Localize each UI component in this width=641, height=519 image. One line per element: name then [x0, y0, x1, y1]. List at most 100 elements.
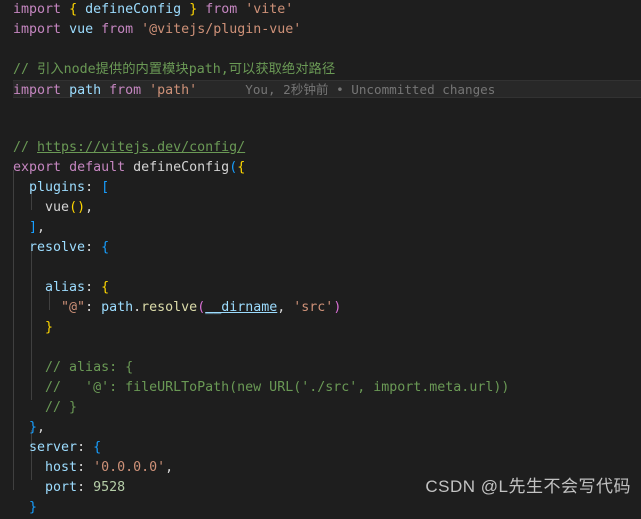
token-identifier-defineconfig: defineConfig [85, 2, 182, 17]
token-value-host: '0.0.0.0' [93, 460, 166, 475]
code-line-current[interactable]: import path from 'path' You, 2秒钟前 • Unco… [13, 80, 641, 98]
token-brace-open: { [237, 160, 246, 175]
token-key-alias: alias [45, 280, 86, 295]
token-paren-open: ( [197, 300, 206, 315]
token-paren-close: ) [333, 300, 342, 315]
code-line[interactable]: import vue from '@vitejs/plugin-vue' [0, 20, 641, 40]
token-colon: : [77, 440, 94, 455]
token-comma: , [85, 200, 94, 215]
code-content[interactable]: import { defineConfig } from 'vite' impo… [0, 0, 641, 519]
token-brace-close: } [189, 2, 198, 17]
code-line[interactable]: export default defineConfig({ [0, 158, 641, 178]
code-line-blank[interactable] [0, 338, 641, 358]
token-key-at-alias: "@" [61, 300, 86, 315]
token-comment-chinese: // 引入node提供的内置模块path,可以获取绝对路径 [13, 62, 336, 77]
code-line[interactable]: "@": path.resolve(__dirname, 'src') [0, 298, 641, 318]
token-keyword-export: export [13, 160, 62, 175]
token-method-resolve: resolve [141, 300, 198, 315]
code-line-blank[interactable] [0, 118, 641, 138]
csdn-watermark: CSDN @L先生不会写代码 [425, 477, 631, 496]
token-comma: , [277, 300, 294, 315]
token-colon: : [77, 460, 94, 475]
token-brace-close: } [45, 320, 54, 335]
token-fn-vue: vue [45, 200, 70, 215]
token-keyword-from: from [205, 2, 238, 17]
token-brace-open: { [101, 240, 110, 255]
token-keyword-from: from [101, 22, 134, 37]
token-object-path: path [101, 300, 134, 315]
token-comment-url-link[interactable]: https://vitejs.dev/config/ [37, 140, 245, 155]
token-dot: . [133, 300, 142, 315]
token-arg-dirname: __dirname [205, 300, 278, 315]
code-line[interactable]: // https://vitejs.dev/config/ [0, 138, 641, 158]
code-line[interactable]: vue(), [0, 198, 641, 218]
code-line-blank[interactable] [0, 258, 641, 278]
token-key-server: server [29, 440, 78, 455]
code-line[interactable]: } [0, 498, 641, 518]
token-string-vite: 'vite' [245, 2, 294, 17]
code-line[interactable]: server: { [0, 438, 641, 458]
token-arg-src: 'src' [293, 300, 334, 315]
token-bracket-close: ] [29, 220, 38, 235]
token-brace-open: { [69, 2, 78, 17]
code-editor[interactable]: import { defineConfig } from 'vite' impo… [0, 0, 641, 519]
token-comment-slashes: // [13, 140, 38, 155]
token-comma: , [37, 220, 46, 235]
code-line[interactable]: // 引入node提供的内置模块path,可以获取绝对路径 [0, 60, 641, 80]
token-brace-close: } [29, 420, 38, 435]
token-key-resolve: resolve [29, 240, 86, 255]
token-keyword-default: default [69, 160, 126, 175]
token-identifier-vue: vue [69, 22, 94, 37]
token-comment-fileurltopath: // '@': fileURLToPath(new URL('./src', i… [45, 380, 510, 395]
code-line[interactable]: // alias: { [0, 358, 641, 378]
token-brace-open: { [93, 440, 102, 455]
code-line[interactable]: ], [0, 218, 641, 238]
code-line[interactable]: alias: { [0, 278, 641, 298]
code-line-blank[interactable] [0, 40, 641, 60]
token-keyword-import: import [13, 22, 62, 37]
token-colon: : [85, 300, 102, 315]
code-line[interactable]: plugins: [ [0, 178, 641, 198]
token-value-port: 9528 [93, 480, 126, 495]
token-brace-close: } [29, 500, 38, 515]
token-comment-alias: // alias: { [45, 360, 134, 375]
code-line[interactable]: resolve: { [0, 238, 641, 258]
code-line[interactable]: }, [0, 418, 641, 438]
token-bracket-open: [ [101, 180, 110, 195]
git-blame-annotation[interactable]: You, 2秒钟前 • Uncommitted changes [245, 82, 495, 97]
code-line[interactable]: // } [0, 398, 641, 418]
token-key-port: port [45, 480, 78, 495]
code-line-blank[interactable] [0, 98, 641, 118]
code-line[interactable]: } [0, 318, 641, 338]
code-line[interactable]: import { defineConfig } from 'vite' [0, 0, 641, 20]
token-comma: , [37, 420, 46, 435]
token-colon: : [85, 240, 102, 255]
code-line[interactable]: // '@': fileURLToPath(new URL('./src', i… [0, 378, 641, 398]
token-brace-open: { [101, 280, 110, 295]
token-parens: () [69, 200, 86, 215]
token-colon: : [85, 280, 102, 295]
token-comma: , [165, 460, 174, 475]
token-string-path: 'path' [149, 83, 198, 98]
